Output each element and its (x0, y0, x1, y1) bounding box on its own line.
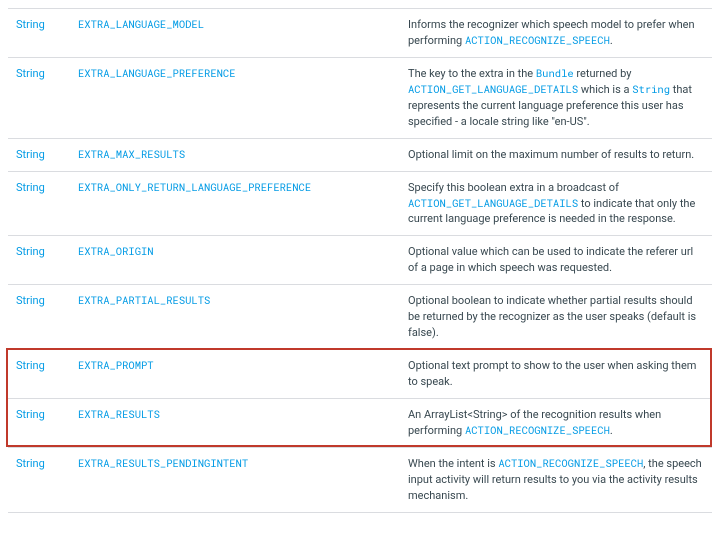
table-row: String EXTRA_RESULTS An ArrayList<String… (8, 398, 712, 447)
constant-cell: EXTRA_RESULTS (70, 398, 400, 447)
desc-cell: Optional value which can be used to indi… (400, 236, 712, 285)
desc-cell: Optional text prompt to show to the user… (400, 350, 712, 399)
type-cell: String (8, 285, 70, 350)
type-cell: String (8, 447, 70, 512)
desc-text: Optional value which can be used to indi… (408, 245, 693, 274)
api-link[interactable]: ACTION_RECOGNIZE_SPEECH (465, 33, 610, 47)
desc-cell: The key to the extra in the Bundle retur… (400, 57, 712, 138)
api-link[interactable]: ACTION_GET_LANGUAGE_DETAILS (408, 196, 578, 210)
desc-text: returned by (574, 67, 632, 80)
constant-link[interactable]: EXTRA_ORIGIN (78, 244, 154, 258)
desc-cell: Optional limit on the maximum number of … (400, 138, 712, 171)
constant-cell: EXTRA_PROMPT (70, 350, 400, 399)
desc-text: Optional boolean to indicate whether par… (408, 294, 696, 339)
desc-text: Optional text prompt to show to the user… (408, 359, 696, 388)
table-row: String EXTRA_LANGUAGE_PREFERENCE The key… (8, 57, 712, 138)
table-row: String EXTRA_PARTIAL_RESULTS Optional bo… (8, 285, 712, 350)
constant-link[interactable]: EXTRA_PROMPT (78, 358, 154, 372)
constant-cell: EXTRA_ORIGIN (70, 236, 400, 285)
type-link[interactable]: String (16, 181, 45, 194)
constant-cell: EXTRA_RESULTS_PENDINGINTENT (70, 447, 400, 512)
type-link[interactable]: String (16, 408, 45, 421)
type-link[interactable]: String (16, 245, 45, 258)
desc-cell: An ArrayList<String> of the recognition … (400, 398, 712, 447)
desc-text: . (610, 34, 613, 47)
type-cell: String (8, 171, 70, 236)
constant-cell: EXTRA_PARTIAL_RESULTS (70, 285, 400, 350)
table-row: String EXTRA_ORIGIN Optional value which… (8, 236, 712, 285)
api-link[interactable]: Bundle (536, 66, 574, 80)
table-row: String EXTRA_LANGUAGE_MODEL Informs the … (8, 9, 712, 58)
api-link[interactable]: ACTION_RECOGNIZE_SPEECH (498, 456, 643, 470)
desc-cell: When the intent is ACTION_RECOGNIZE_SPEE… (400, 447, 712, 512)
table-wrap: String EXTRA_LANGUAGE_MODEL Informs the … (8, 8, 712, 513)
desc-text: When the intent is (408, 457, 498, 470)
desc-cell: Optional boolean to indicate whether par… (400, 285, 712, 350)
constant-link[interactable]: EXTRA_ONLY_RETURN_LANGUAGE_PREFERENCE (78, 180, 311, 194)
desc-text: Optional limit on the maximum number of … (408, 148, 694, 161)
type-cell: String (8, 138, 70, 171)
type-link[interactable]: String (16, 294, 45, 307)
api-link[interactable]: String (632, 82, 670, 96)
desc-cell: Specify this boolean extra in a broadcas… (400, 171, 712, 236)
constant-link[interactable]: EXTRA_RESULTS_PENDINGINTENT (78, 456, 248, 470)
constant-link[interactable]: EXTRA_LANGUAGE_PREFERENCE (78, 66, 236, 80)
type-link[interactable]: String (16, 18, 45, 31)
desc-text: . (610, 424, 613, 437)
desc-cell: Informs the recognizer which speech mode… (400, 9, 712, 58)
constant-link[interactable]: EXTRA_RESULTS (78, 407, 160, 421)
type-cell: String (8, 236, 70, 285)
constants-table: String EXTRA_LANGUAGE_MODEL Informs the … (8, 8, 712, 513)
type-link[interactable]: String (16, 67, 45, 80)
table-row: String EXTRA_MAX_RESULTS Optional limit … (8, 138, 712, 171)
constant-cell: EXTRA_LANGUAGE_PREFERENCE (70, 57, 400, 138)
constant-link[interactable]: EXTRA_LANGUAGE_MODEL (78, 17, 204, 31)
constant-link[interactable]: EXTRA_MAX_RESULTS (78, 147, 185, 161)
type-cell: String (8, 57, 70, 138)
desc-text: Specify this boolean extra in a broadcas… (408, 181, 619, 194)
constant-link[interactable]: EXTRA_PARTIAL_RESULTS (78, 293, 210, 307)
type-link[interactable]: String (16, 359, 45, 372)
type-cell: String (8, 398, 70, 447)
table-row: String EXTRA_RESULTS_PENDINGINTENT When … (8, 447, 712, 512)
type-link[interactable]: String (16, 457, 45, 470)
constant-cell: EXTRA_ONLY_RETURN_LANGUAGE_PREFERENCE (70, 171, 400, 236)
table-row: String EXTRA_ONLY_RETURN_LANGUAGE_PREFER… (8, 171, 712, 236)
constant-cell: EXTRA_MAX_RESULTS (70, 138, 400, 171)
type-link[interactable]: String (16, 148, 45, 161)
type-cell: String (8, 350, 70, 399)
table-row: String EXTRA_PROMPT Optional text prompt… (8, 350, 712, 399)
desc-text: which is a (578, 83, 632, 96)
type-cell: String (8, 9, 70, 58)
desc-text: The key to the extra in the (408, 67, 536, 80)
api-link[interactable]: ACTION_GET_LANGUAGE_DETAILS (408, 82, 578, 96)
constant-cell: EXTRA_LANGUAGE_MODEL (70, 9, 400, 58)
api-link[interactable]: ACTION_RECOGNIZE_SPEECH (465, 423, 610, 437)
